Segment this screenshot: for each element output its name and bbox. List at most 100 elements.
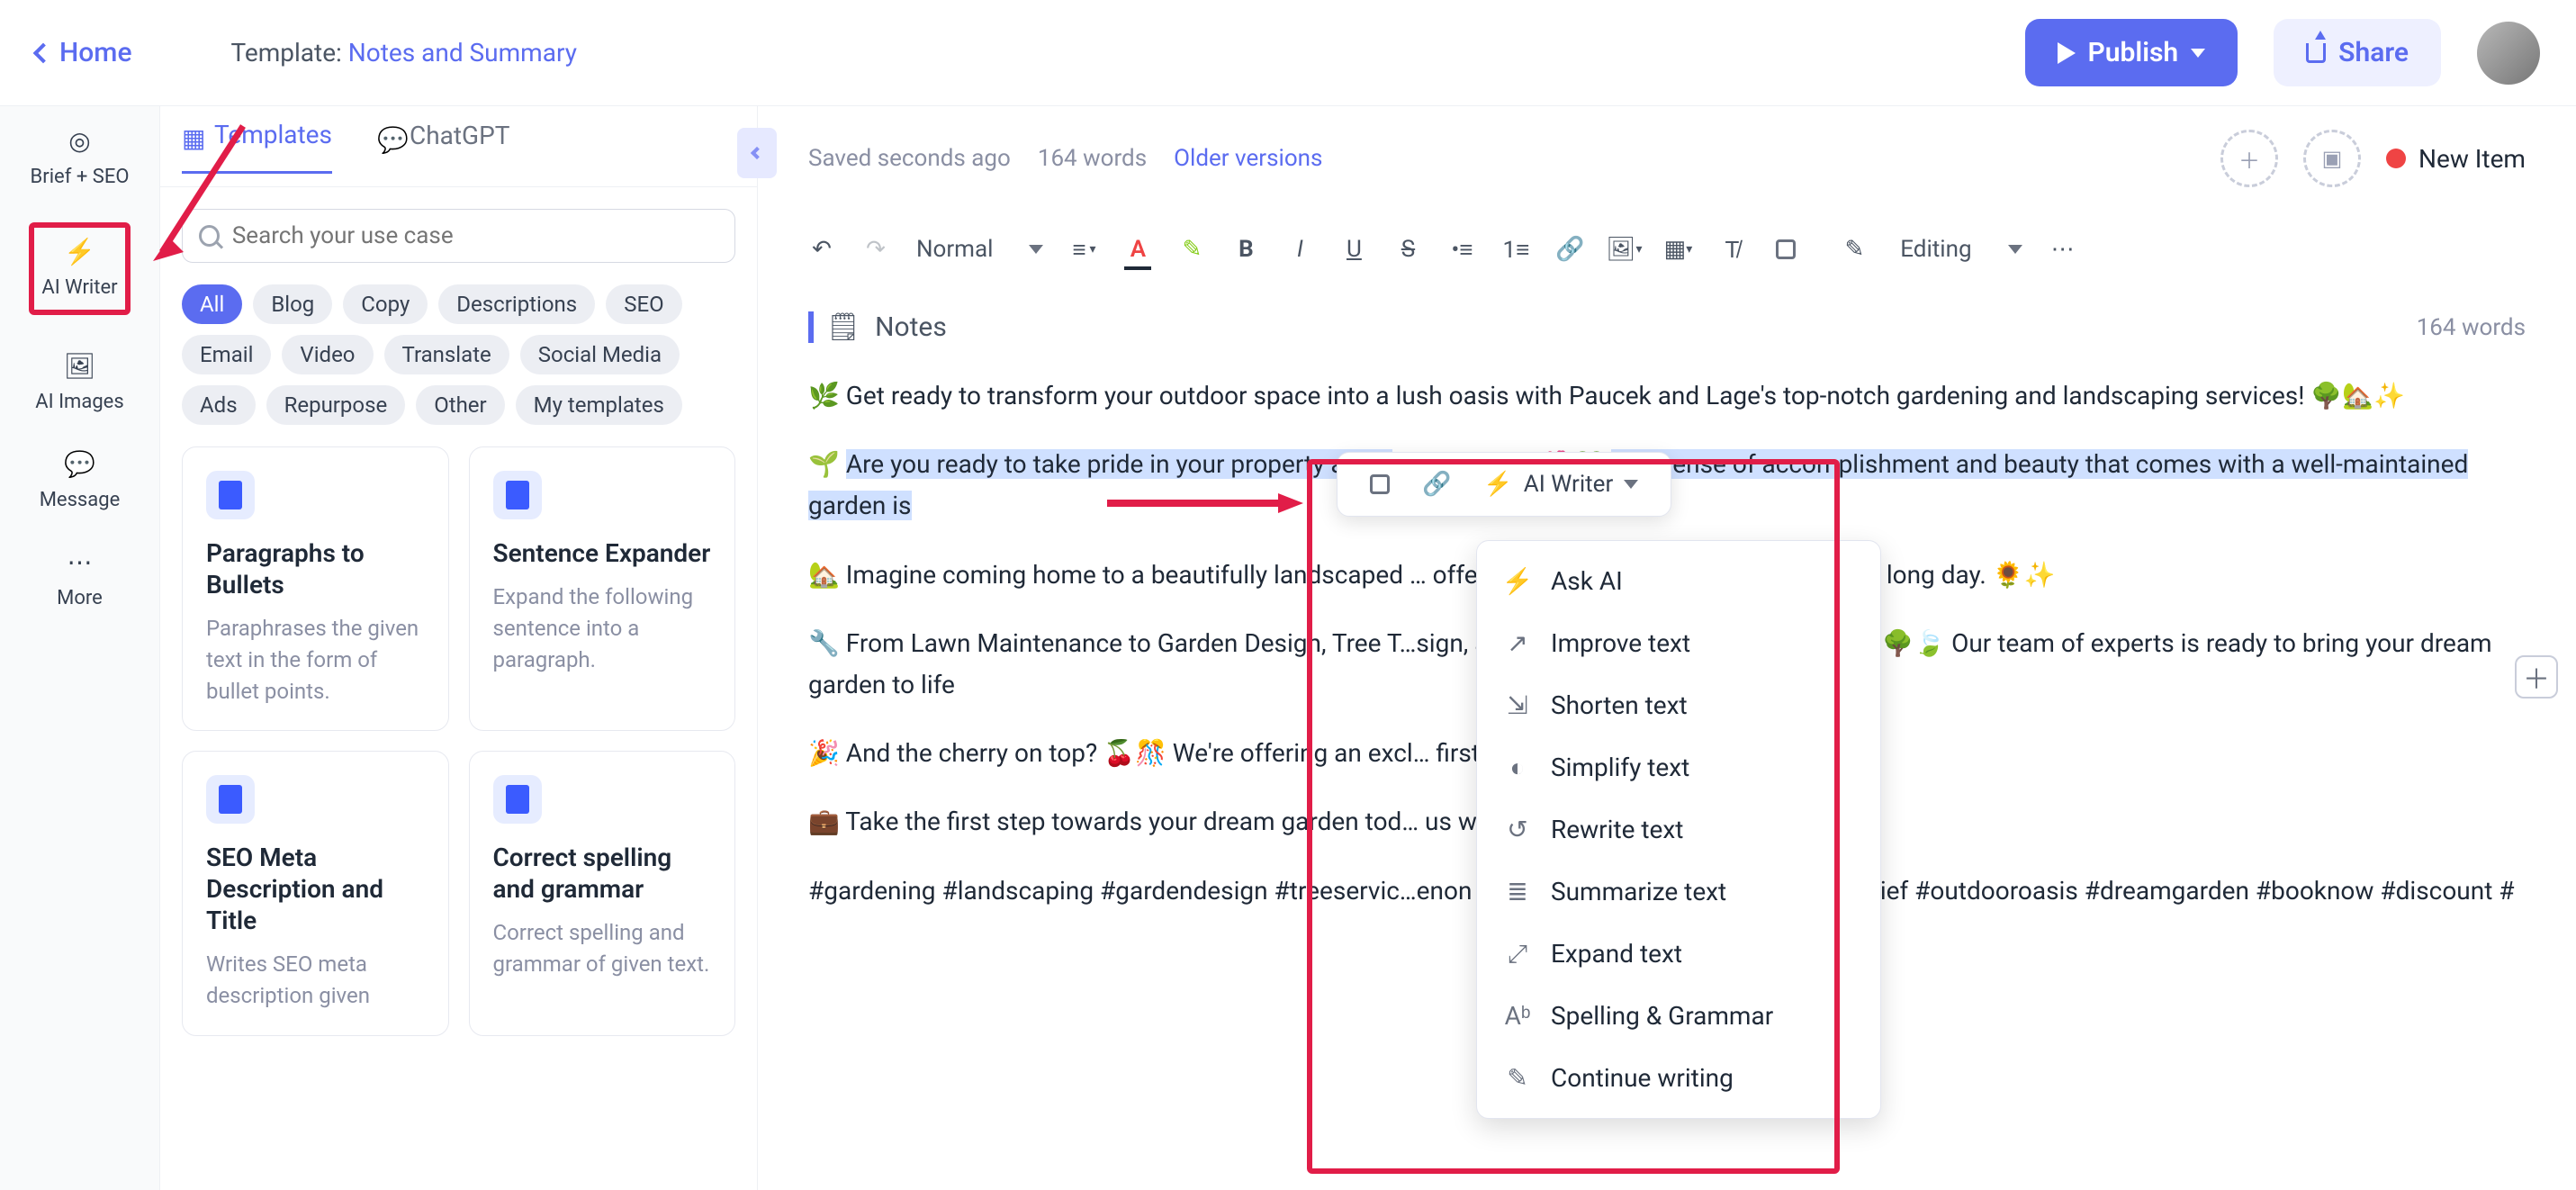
chevron-left-icon xyxy=(33,42,54,63)
chip-copy[interactable]: Copy xyxy=(343,284,428,324)
bulleted-list-button[interactable]: •≡ xyxy=(1448,236,1475,263)
image-button[interactable]: 🖼▾ xyxy=(1610,236,1637,263)
template-card[interactable]: SEO Meta Description and Title Writes SE… xyxy=(182,751,449,1036)
undo-button[interactable]: ↶ xyxy=(808,236,835,263)
redo-button[interactable]: ↷ xyxy=(862,236,889,263)
menu-spelling-grammar[interactable]: AᵇSpelling & Grammar xyxy=(1477,985,1880,1047)
chip-blog[interactable]: Blog xyxy=(253,284,332,324)
table-button[interactable]: ▦▾ xyxy=(1664,236,1691,263)
chip-email[interactable]: Email xyxy=(182,335,271,374)
add-block-button[interactable]: ＋ xyxy=(2515,655,2558,699)
bolt-icon: ⚡ xyxy=(1504,568,1531,595)
expand-icon: ⤢ xyxy=(1504,941,1531,968)
chip-other[interactable]: Other xyxy=(416,385,504,425)
spellcheck-icon: Aᵇ xyxy=(1504,1003,1531,1030)
share-icon xyxy=(2306,43,2326,63)
home-label: Home xyxy=(59,37,132,68)
strike-button[interactable]: S xyxy=(1394,236,1421,263)
rewrite-icon: ↺ xyxy=(1504,816,1531,843)
status-new-item[interactable]: New Item xyxy=(2386,144,2526,174)
card-title: Correct spelling and grammar xyxy=(493,842,712,905)
comment-button[interactable] xyxy=(1772,236,1799,263)
notes-icon: 🗒 xyxy=(826,311,860,343)
chip-seo[interactable]: SEO xyxy=(606,284,681,324)
ai-writer-dropdown-button[interactable]: ⚡ AI Writer xyxy=(1467,462,1654,507)
continue-icon: ✎ xyxy=(1504,1065,1531,1092)
menu-ask-ai[interactable]: ⚡Ask AI xyxy=(1477,550,1880,612)
card-title: Paragraphs to Bullets xyxy=(206,537,425,600)
menu-shorten-text[interactable]: ⇲Shorten text xyxy=(1477,674,1880,736)
highlight-button[interactable]: ✎ xyxy=(1178,236,1205,263)
section-heading: Notes xyxy=(875,311,947,343)
word-count: 164 words xyxy=(1038,145,1147,172)
add-asset-button[interactable]: ▣ xyxy=(2303,130,2361,187)
paragraph-style-select[interactable]: Normal xyxy=(916,236,1043,263)
chip-video[interactable]: Video xyxy=(282,335,373,374)
clear-format-button[interactable]: T̸ xyxy=(1718,236,1745,263)
menu-continue-writing[interactable]: ✎Continue writing xyxy=(1477,1047,1880,1109)
shorten-icon: ⇲ xyxy=(1504,692,1531,719)
bold-button[interactable]: B xyxy=(1232,236,1259,263)
menu-improve-text[interactable]: ↗Improve text xyxy=(1477,612,1880,674)
align-button[interactable]: ≡▾ xyxy=(1070,236,1097,263)
section-word-count: 164 words xyxy=(2417,314,2526,341)
message-icon: 💬 xyxy=(63,447,95,480)
share-button[interactable]: Share xyxy=(2274,19,2441,86)
chat-icon: 💬 xyxy=(377,125,399,147)
image-icon: 🖼 xyxy=(63,349,95,382)
template-card[interactable]: Paragraphs to Bullets Paraphrases the gi… xyxy=(182,446,449,731)
grid-icon: ▦ xyxy=(182,123,203,145)
template-card[interactable]: Correct spelling and grammar Correct spe… xyxy=(469,751,736,1036)
rail-brief-seo[interactable]: ◎ Brief + SEO xyxy=(31,124,130,188)
rail-ai-writer[interactable]: ⚡ AI Writer xyxy=(29,222,130,315)
chip-repurpose[interactable]: Repurpose xyxy=(266,385,406,425)
publish-button[interactable]: Publish xyxy=(2025,19,2238,86)
breadcrumb: Template: Notes and Summary xyxy=(231,38,577,68)
bolt-icon: ⚡ xyxy=(1483,471,1512,498)
insert-link-button[interactable]: 🔗 xyxy=(1406,462,1467,507)
menu-simplify-text[interactable]: ◐Simplify text xyxy=(1477,736,1880,798)
template-card[interactable]: Sentence Expander Expand the following s… xyxy=(469,446,736,731)
chevron-down-icon xyxy=(2191,49,2205,58)
rail-message[interactable]: 💬 Message xyxy=(40,447,121,511)
numbered-list-button[interactable]: 1≡ xyxy=(1502,236,1529,263)
template-link[interactable]: Notes and Summary xyxy=(348,38,577,68)
card-title: Sentence Expander xyxy=(493,537,712,569)
mode-select[interactable]: ✎Editing xyxy=(1844,236,2022,263)
avatar[interactable] xyxy=(2477,22,2540,85)
doc-icon xyxy=(206,471,255,519)
search-input-wrap[interactable] xyxy=(182,209,735,263)
link-button[interactable]: 🔗 xyxy=(1556,236,1583,263)
status-dot-icon xyxy=(2386,149,2406,168)
chip-ads[interactable]: Ads xyxy=(182,385,256,425)
card-desc: Paraphrases the given text in the form o… xyxy=(206,613,425,707)
italic-button[interactable]: I xyxy=(1286,236,1313,263)
doc-icon xyxy=(206,775,255,824)
chip-social-media[interactable]: Social Media xyxy=(520,335,680,374)
improve-icon: ↗ xyxy=(1504,630,1531,657)
text-color-button[interactable]: A xyxy=(1124,236,1151,263)
rail-more[interactable]: ⋯ More xyxy=(57,545,103,609)
add-comment-button[interactable] xyxy=(1354,465,1406,503)
chip-descriptions[interactable]: Descriptions xyxy=(438,284,595,324)
menu-summarize-text[interactable]: ≣Summarize text xyxy=(1477,861,1880,923)
tab-templates[interactable]: ▦ Templates xyxy=(182,120,332,174)
home-link[interactable]: Home xyxy=(36,37,132,68)
saved-status: Saved seconds ago xyxy=(808,145,1011,172)
chip-translate[interactable]: Translate xyxy=(384,335,509,374)
card-title: SEO Meta Description and Title xyxy=(206,842,425,936)
search-input[interactable] xyxy=(232,222,718,249)
chip-all[interactable]: All xyxy=(182,284,242,324)
rail-ai-images[interactable]: 🖼 AI Images xyxy=(35,349,123,413)
menu-expand-text[interactable]: ⤢Expand text xyxy=(1477,923,1880,985)
tab-chatgpt[interactable]: 💬 ChatGPT xyxy=(377,121,509,172)
add-collaborator-button[interactable]: ＋ xyxy=(2220,130,2278,187)
underline-button[interactable]: U xyxy=(1340,236,1367,263)
doc-icon xyxy=(493,471,542,519)
chip-my-templates[interactable]: My templates xyxy=(516,385,682,425)
more-toolbar-button[interactable]: ⋯ xyxy=(2049,236,2076,263)
card-desc: Correct spelling and grammar of given te… xyxy=(493,917,712,980)
menu-rewrite-text[interactable]: ↺Rewrite text xyxy=(1477,798,1880,861)
search-icon xyxy=(199,225,220,247)
older-versions-link[interactable]: Older versions xyxy=(1174,145,1322,172)
